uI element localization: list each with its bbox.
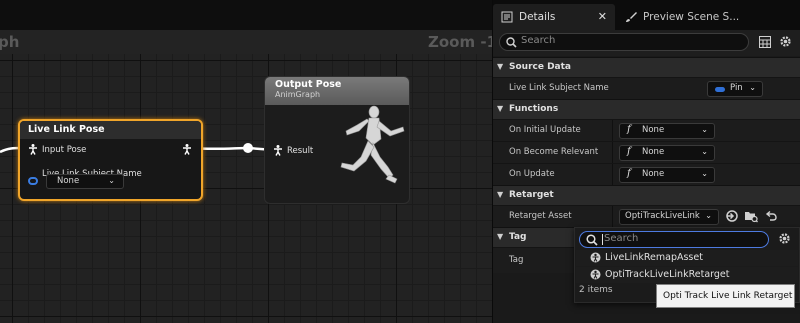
result-pin-row[interactable]: Result xyxy=(273,145,313,156)
column-divider[interactable] xyxy=(612,120,613,142)
asset-type-icon xyxy=(590,252,601,263)
asset-item-label: OptiTrackLiveLinkRetarget xyxy=(605,269,730,280)
search-input[interactable]: Search xyxy=(499,33,749,51)
property-label: On Become Relevant xyxy=(509,147,599,157)
property-label: On Initial Update xyxy=(509,125,581,135)
asset-type-icon xyxy=(590,269,601,280)
tab-details[interactable]: Details ✕ xyxy=(493,4,615,30)
pose-pin-icon xyxy=(28,144,38,155)
column-divider[interactable] xyxy=(612,164,613,186)
property-label: Retarget Asset xyxy=(509,211,572,221)
close-icon[interactable]: ✕ xyxy=(598,10,607,23)
input-pose-pin-row[interactable]: Input Pose xyxy=(28,144,86,155)
item-count-label: 2 items xyxy=(579,285,613,295)
search-placeholder: Search xyxy=(521,35,556,46)
category-title: Functions xyxy=(509,104,559,114)
combo-value: OptiTrackLiveLink xyxy=(625,211,700,221)
function-icon: f xyxy=(627,124,631,135)
reset-arrow-icon[interactable] xyxy=(764,209,778,223)
node-subtitle: AnimGraph xyxy=(275,90,321,99)
asset-list-item[interactable]: LiveLinkRemapAsset xyxy=(576,250,798,266)
asset-search-input[interactable]: Search xyxy=(579,231,769,248)
use-selected-asset-icon[interactable] xyxy=(725,209,739,223)
retarget-asset-combo[interactable]: OptiTrackLiveLink ⌄ xyxy=(619,209,719,225)
property-row-on-initial-update: On Initial Update f None ⌄ xyxy=(493,119,800,142)
text-cursor xyxy=(602,234,603,245)
category-title: Tag xyxy=(509,232,527,242)
pose-connection-wire xyxy=(191,146,275,152)
combo-value: Pin xyxy=(730,83,743,93)
wire-reroute-knot xyxy=(243,143,253,153)
category-title: Retarget xyxy=(509,190,554,200)
tab-label: Preview Scene S... xyxy=(643,11,740,23)
search-icon xyxy=(586,234,598,246)
subject-name-combo[interactable]: None ⌄ xyxy=(46,174,124,189)
chevron-down-icon: ⌄ xyxy=(705,211,712,220)
property-row-retarget-asset: Retarget Asset OptiTrackLiveLink ⌄ xyxy=(493,205,800,228)
chevron-down-icon: ⌄ xyxy=(749,83,756,92)
function-combo[interactable]: f None ⌄ xyxy=(619,145,715,161)
browse-folder-icon[interactable] xyxy=(744,209,758,223)
category-functions[interactable]: ▼ Functions xyxy=(493,99,800,119)
paintbrush-icon xyxy=(626,12,637,22)
function-combo[interactable]: f None ⌄ xyxy=(619,167,715,183)
column-divider[interactable] xyxy=(612,206,613,228)
tab-label: Details xyxy=(519,11,556,23)
gear-icon[interactable] xyxy=(779,35,792,48)
chevron-down-icon: ⌄ xyxy=(701,169,708,178)
category-source-data[interactable]: ▼ Source Data xyxy=(493,57,800,77)
pin-icon xyxy=(715,87,725,92)
search-icon xyxy=(506,37,517,48)
subject-name-value: None xyxy=(57,176,80,186)
pin-mode-combo[interactable]: Pin ⌄ xyxy=(707,81,763,97)
tab-preview-scene-settings[interactable]: Preview Scene S... xyxy=(617,4,767,30)
live-link-pose-node[interactable]: Live Link Pose Input Pose Live Link Subj… xyxy=(18,119,203,201)
function-combo[interactable]: f None ⌄ xyxy=(619,123,715,139)
anim-graph-canvas[interactable]: ph Zoom -1 Live Link Pose Input Pose Liv… xyxy=(0,0,492,323)
asset-tooltip: Opti Track Live Link Retarget xyxy=(656,284,795,308)
node-title: Output Pose xyxy=(275,79,342,90)
category-retarget[interactable]: ▼ Retarget xyxy=(493,185,800,205)
running-mannequin-icon xyxy=(340,105,405,184)
chevron-down-icon: ⌄ xyxy=(701,147,708,156)
asset-list-item[interactable]: OptiTrackLiveLinkRetarget xyxy=(576,267,798,283)
caret-down-icon: ▼ xyxy=(497,232,504,241)
property-label: On Update xyxy=(509,169,555,179)
combo-value: None xyxy=(642,125,665,135)
output-pose-node[interactable]: Output Pose AnimGraph Result xyxy=(264,76,410,204)
chevron-down-icon: ⌄ xyxy=(701,125,708,134)
asset-item-label: LiveLinkRemapAsset xyxy=(605,252,703,263)
caret-down-icon: ▼ xyxy=(497,62,504,71)
function-icon: f xyxy=(627,168,631,179)
combo-value: None xyxy=(642,147,665,157)
details-icon xyxy=(501,11,513,23)
output-node-header: Output Pose AnimGraph xyxy=(265,77,409,105)
property-label: Tag xyxy=(509,255,524,265)
property-row-on-update: On Update f None ⌄ xyxy=(493,163,800,186)
details-search-row: Search xyxy=(493,30,800,56)
output-pose-pin-icon[interactable] xyxy=(182,144,192,155)
search-placeholder: Search xyxy=(604,233,639,244)
name-pin-icon[interactable] xyxy=(28,177,38,185)
property-label: Live Link Subject Name xyxy=(509,83,609,93)
gear-icon[interactable] xyxy=(778,232,791,245)
caret-down-icon: ▼ xyxy=(497,190,504,199)
pose-pin-icon xyxy=(273,145,283,156)
input-pose-label: Input Pose xyxy=(42,144,87,155)
function-icon: f xyxy=(627,146,631,157)
combo-value: None xyxy=(642,169,665,179)
property-row-live-link-subject-name: Live Link Subject Name Pin ⌄ xyxy=(493,77,800,99)
property-row-on-become-relevant: On Become Relevant f None ⌄ xyxy=(493,141,800,164)
node-title: Live Link Pose xyxy=(20,121,201,139)
category-title: Source Data xyxy=(509,62,572,72)
column-divider[interactable] xyxy=(612,142,613,164)
caret-down-icon: ▼ xyxy=(497,104,504,113)
chevron-down-icon: ⌄ xyxy=(108,176,115,185)
property-matrix-icon[interactable] xyxy=(759,36,771,48)
result-label: Result xyxy=(287,145,314,156)
